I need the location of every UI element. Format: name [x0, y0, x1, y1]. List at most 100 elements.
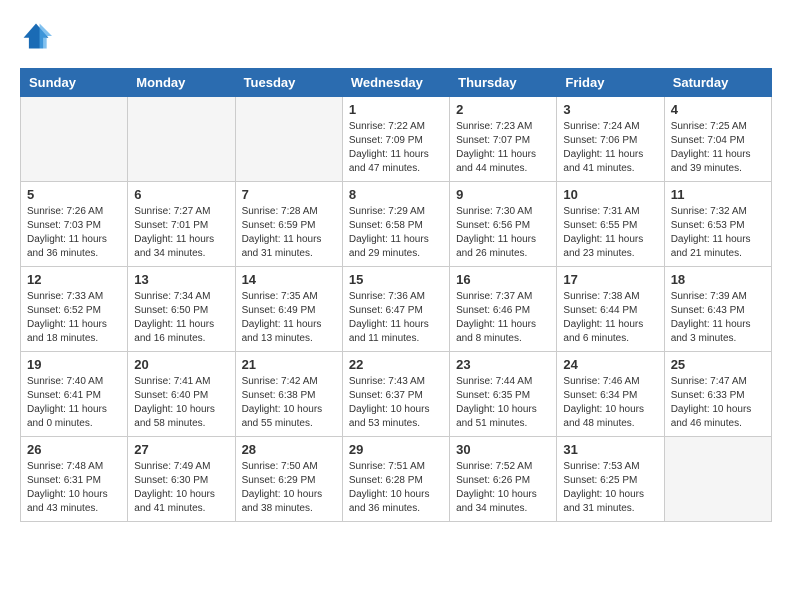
day-number: 14: [242, 272, 336, 287]
day-number: 28: [242, 442, 336, 457]
day-info: Sunrise: 7:50 AM Sunset: 6:29 PM Dayligh…: [242, 460, 336, 516]
day-info: Sunrise: 7:36 AM Sunset: 6:47 PM Dayligh…: [349, 290, 443, 346]
day-cell: 24Sunrise: 7:46 AM Sunset: 6:34 PM Dayli…: [557, 352, 664, 437]
day-cell: 28 Sunrise: 7:50 AM Sunset: 6:29 PM Dayli…: [235, 437, 342, 522]
weekday-header-row: SundayMondayTuesdayWednesdayThursdayFrid…: [21, 69, 772, 97]
day-cell: 25 Sunrise: 7:47 AM Sunset: 6:33 PM Dayli…: [664, 352, 771, 437]
day-cell: 5 Sunrise: 7:26 AM Sunset: 7:03 PM Daylig…: [21, 182, 128, 267]
day-cell: 8 Sunrise: 7:29 AM Sunset: 6:58 PM Daylig…: [342, 182, 449, 267]
day-info: Sunrise: 7:47 AM Sunset: 6:33 PM Dayligh…: [671, 375, 765, 431]
week-row-4: 19Sunrise: 7:40 AM Sunset: 6:41 PM Dayli…: [21, 352, 772, 437]
day-cell: 10 Sunrise: 7:31 AM Sunset: 6:55 PM Dayli…: [557, 182, 664, 267]
day-cell: 22Sunrise: 7:43 AM Sunset: 6:37 PM Dayli…: [342, 352, 449, 437]
day-cell: 20 Sunrise: 7:41 AM Sunset: 6:40 PM Dayli…: [128, 352, 235, 437]
day-info: Sunrise: 7:41 AM Sunset: 6:40 PM Dayligh…: [134, 375, 228, 431]
day-number: 16: [456, 272, 550, 287]
day-number: 10: [563, 187, 657, 202]
logo-icon: [20, 20, 52, 52]
day-info: Sunrise: 7:24 AM Sunset: 7:06 PM Dayligh…: [563, 120, 657, 176]
day-cell: 16 Sunrise: 7:37 AM Sunset: 6:46 PM Dayli…: [450, 267, 557, 352]
day-number: 12: [27, 272, 121, 287]
day-number: 25: [671, 357, 765, 372]
day-info: Sunrise: 7:27 AM Sunset: 7:01 PM Dayligh…: [134, 205, 228, 261]
day-info: Sunrise: 7:35 AM Sunset: 6:49 PM Dayligh…: [242, 290, 336, 346]
day-number: 1: [349, 102, 443, 117]
day-number: 9: [456, 187, 550, 202]
day-cell: 21 Sunrise: 7:42 AM Sunset: 6:38 PM Dayli…: [235, 352, 342, 437]
day-cell: 12 Sunrise: 7:33 AM Sunset: 6:52 PM Dayli…: [21, 267, 128, 352]
day-cell: 2 Sunrise: 7:23 AM Sunset: 7:07 PM Daylig…: [450, 97, 557, 182]
day-number: 6: [134, 187, 228, 202]
day-info: Sunrise: 7:38 AM Sunset: 6:44 PM Dayligh…: [563, 290, 657, 346]
day-cell: 11 Sunrise: 7:32 AM Sunset: 6:53 PM Dayli…: [664, 182, 771, 267]
day-info: Sunrise: 7:23 AM Sunset: 7:07 PM Dayligh…: [456, 120, 550, 176]
day-cell: [128, 97, 235, 182]
day-info: Sunrise: 7:37 AM Sunset: 6:46 PM Dayligh…: [456, 290, 550, 346]
weekday-header-saturday: Saturday: [664, 69, 771, 97]
day-info: Sunrise: 7:44 AM Sunset: 6:35 PM Dayligh…: [456, 375, 550, 431]
day-cell: 17 Sunrise: 7:38 AM Sunset: 6:44 PM Dayli…: [557, 267, 664, 352]
day-info: Sunrise: 7:29 AM Sunset: 6:58 PM Dayligh…: [349, 205, 443, 261]
day-number: 13: [134, 272, 228, 287]
day-number: 31: [563, 442, 657, 457]
day-info: Sunrise: 7:31 AM Sunset: 6:55 PM Dayligh…: [563, 205, 657, 261]
weekday-header-tuesday: Tuesday: [235, 69, 342, 97]
day-number: 23: [456, 357, 550, 372]
day-cell: [235, 97, 342, 182]
day-number: 20: [134, 357, 228, 372]
day-number: 15: [349, 272, 443, 287]
day-info: Sunrise: 7:46 AM Sunset: 6:34 PM Dayligh…: [563, 375, 657, 431]
day-number: 29: [349, 442, 443, 457]
day-number: 22: [349, 357, 443, 372]
week-row-3: 12 Sunrise: 7:33 AM Sunset: 6:52 PM Dayli…: [21, 267, 772, 352]
day-number: 4: [671, 102, 765, 117]
day-info: Sunrise: 7:33 AM Sunset: 6:52 PM Dayligh…: [27, 290, 121, 346]
day-cell: 13 Sunrise: 7:34 AM Sunset: 6:50 PM Dayli…: [128, 267, 235, 352]
day-info: Sunrise: 7:28 AM Sunset: 6:59 PM Dayligh…: [242, 205, 336, 261]
day-info: Sunrise: 7:30 AM Sunset: 6:56 PM Dayligh…: [456, 205, 550, 261]
day-number: 8: [349, 187, 443, 202]
day-cell: 15 Sunrise: 7:36 AM Sunset: 6:47 PM Dayli…: [342, 267, 449, 352]
day-cell: 18Sunrise: 7:39 AM Sunset: 6:43 PM Dayli…: [664, 267, 771, 352]
day-cell: 7Sunrise: 7:28 AM Sunset: 6:59 PM Daylig…: [235, 182, 342, 267]
day-info: Sunrise: 7:34 AM Sunset: 6:50 PM Dayligh…: [134, 290, 228, 346]
day-info: Sunrise: 7:52 AM Sunset: 6:26 PM Dayligh…: [456, 460, 550, 516]
day-number: 30: [456, 442, 550, 457]
week-row-5: 26 Sunrise: 7:48 AM Sunset: 6:31 PM Dayli…: [21, 437, 772, 522]
day-number: 17: [563, 272, 657, 287]
day-info: Sunrise: 7:32 AM Sunset: 6:53 PM Dayligh…: [671, 205, 765, 261]
day-number: 2: [456, 102, 550, 117]
day-cell: 1 Sunrise: 7:22 AM Sunset: 7:09 PM Daylig…: [342, 97, 449, 182]
day-cell: 31Sunrise: 7:53 AM Sunset: 6:25 PM Dayli…: [557, 437, 664, 522]
day-cell: 6 Sunrise: 7:27 AM Sunset: 7:01 PM Daylig…: [128, 182, 235, 267]
day-number: 26: [27, 442, 121, 457]
day-number: 21: [242, 357, 336, 372]
day-info: Sunrise: 7:26 AM Sunset: 7:03 PM Dayligh…: [27, 205, 121, 261]
day-cell: 9 Sunrise: 7:30 AM Sunset: 6:56 PM Daylig…: [450, 182, 557, 267]
day-cell: 30 Sunrise: 7:52 AM Sunset: 6:26 PM Dayli…: [450, 437, 557, 522]
day-cell: 4 Sunrise: 7:25 AM Sunset: 7:04 PM Daylig…: [664, 97, 771, 182]
day-cell: 23 Sunrise: 7:44 AM Sunset: 6:35 PM Dayli…: [450, 352, 557, 437]
day-cell: 19Sunrise: 7:40 AM Sunset: 6:41 PM Dayli…: [21, 352, 128, 437]
day-number: 5: [27, 187, 121, 202]
day-cell: 29 Sunrise: 7:51 AM Sunset: 6:28 PM Dayli…: [342, 437, 449, 522]
day-info: Sunrise: 7:22 AM Sunset: 7:09 PM Dayligh…: [349, 120, 443, 176]
weekday-header-wednesday: Wednesday: [342, 69, 449, 97]
day-cell: 27Sunrise: 7:49 AM Sunset: 6:30 PM Dayli…: [128, 437, 235, 522]
day-number: 11: [671, 187, 765, 202]
day-number: 27: [134, 442, 228, 457]
day-info: Sunrise: 7:51 AM Sunset: 6:28 PM Dayligh…: [349, 460, 443, 516]
day-info: Sunrise: 7:25 AM Sunset: 7:04 PM Dayligh…: [671, 120, 765, 176]
day-number: 3: [563, 102, 657, 117]
day-number: 18: [671, 272, 765, 287]
weekday-header-friday: Friday: [557, 69, 664, 97]
weekday-header-thursday: Thursday: [450, 69, 557, 97]
day-cell: 26 Sunrise: 7:48 AM Sunset: 6:31 PM Dayli…: [21, 437, 128, 522]
calendar: SundayMondayTuesdayWednesdayThursdayFrid…: [20, 68, 772, 522]
weekday-header-monday: Monday: [128, 69, 235, 97]
day-cell: 3 Sunrise: 7:24 AM Sunset: 7:06 PM Daylig…: [557, 97, 664, 182]
day-info: Sunrise: 7:40 AM Sunset: 6:41 PM Dayligh…: [27, 375, 121, 431]
day-info: Sunrise: 7:48 AM Sunset: 6:31 PM Dayligh…: [27, 460, 121, 516]
logo: [20, 20, 56, 52]
day-info: Sunrise: 7:42 AM Sunset: 6:38 PM Dayligh…: [242, 375, 336, 431]
